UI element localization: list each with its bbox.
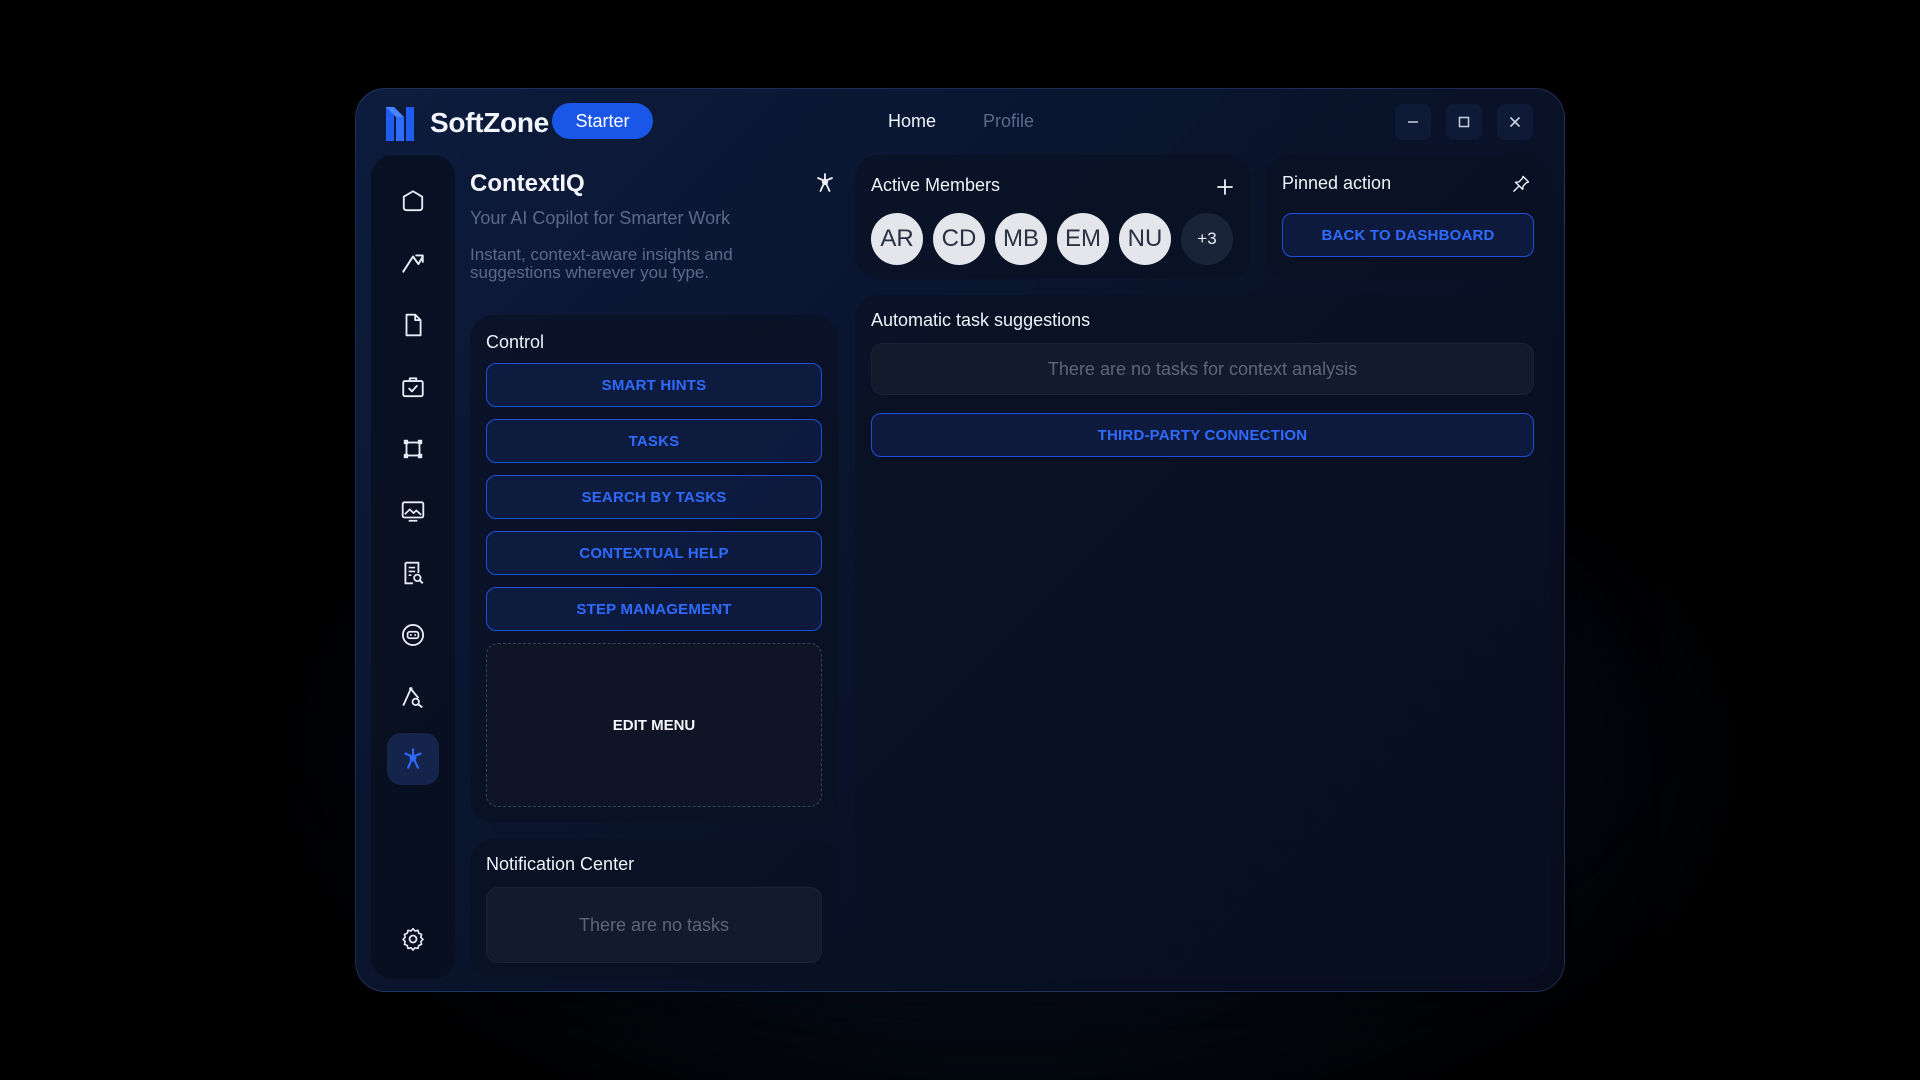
task-suggestions-panel: Automatic task suggestions There are no …: [855, 295, 1550, 979]
edit-menu-button[interactable]: EDIT MENU: [486, 643, 822, 807]
sparkle-icon: [404, 748, 422, 769]
sidebar-item-chat[interactable]: [387, 609, 439, 661]
vector-pen-icon: [402, 687, 423, 709]
brand-name: SoftZone: [430, 107, 549, 138]
ai-assistant-button[interactable]: [811, 169, 839, 197]
sidebar-item-design[interactable]: [387, 671, 439, 723]
chat-bubble-icon: [402, 624, 424, 646]
close-icon: [1509, 116, 1521, 128]
sidebar-item-home[interactable]: [387, 175, 439, 227]
empty-notifications-message: There are no tasks: [486, 887, 822, 963]
maximize-icon: [1458, 116, 1470, 128]
plus-icon: [1217, 179, 1233, 195]
minimize-icon: [1408, 121, 1418, 123]
briefcase-check-icon: [402, 377, 424, 398]
page-description: Instant, context-aware insights and sugg…: [470, 245, 733, 282]
tasks-button[interactable]: TASKS: [486, 419, 822, 463]
home-icon: [402, 190, 424, 212]
report-search-icon: [404, 561, 424, 585]
nav-home[interactable]: Home: [888, 109, 936, 133]
pin-icon: [1513, 175, 1530, 192]
app-window: SoftZone Starter Home Profile ContextIQ …: [355, 88, 1565, 992]
notification-center-panel: Notification Center There are no tasks: [470, 839, 838, 979]
third-party-connection-button[interactable]: THIRD-PARTY CONNECTION: [871, 413, 1534, 457]
panel-title: Control: [486, 332, 545, 352]
active-members-panel: Active Members AR CD MB EM NU +3: [855, 155, 1251, 279]
sidebar-item-documents[interactable]: [387, 299, 439, 351]
control-panel: Control SMART HINTS TASKS SEARCH BY TASK…: [470, 315, 838, 823]
panel-title: Automatic task suggestions: [871, 310, 1091, 330]
monitor-image-icon: [401, 501, 425, 522]
sidebar: [371, 155, 455, 979]
frame-icon: [403, 439, 423, 459]
sidebar-item-reports[interactable]: [387, 547, 439, 599]
minimize-button[interactable]: [1395, 104, 1431, 140]
close-button[interactable]: [1497, 104, 1533, 140]
pin-button[interactable]: [1508, 171, 1534, 197]
step-management-button[interactable]: STEP MANAGEMENT: [486, 587, 822, 631]
empty-tasks-message: There are no tasks for context analysis: [871, 343, 1534, 395]
smart-hints-button[interactable]: SMART HINTS: [486, 363, 822, 407]
sidebar-item-contextiq[interactable]: [387, 733, 439, 785]
contextual-help-button[interactable]: CONTEXTUAL HELP: [486, 531, 822, 575]
panel-title: Notification Center: [486, 854, 635, 874]
avatar[interactable]: AR: [871, 213, 923, 265]
document-icon: [405, 313, 422, 337]
search-by-tasks-button[interactable]: SEARCH BY TASKS: [486, 475, 822, 519]
sidebar-item-analytics[interactable]: [387, 237, 439, 289]
sidebar-item-frames[interactable]: [387, 423, 439, 475]
softzone-logo-icon: [386, 107, 414, 141]
sidebar-item-media[interactable]: [387, 485, 439, 537]
panel-title: Pinned action: [1282, 173, 1392, 193]
nav-profile[interactable]: Profile: [983, 109, 1034, 133]
avatar[interactable]: EM: [1057, 213, 1109, 265]
sparkle-icon: [817, 173, 833, 192]
gear-icon: [402, 927, 424, 951]
back-to-dashboard-button[interactable]: BACK TO DASHBOARD: [1282, 213, 1534, 257]
sidebar-item-tasks[interactable]: [387, 361, 439, 413]
add-member-button[interactable]: [1211, 173, 1239, 201]
avatar[interactable]: CD: [933, 213, 985, 265]
page-subtitle: Your AI Copilot for Smarter Work: [470, 208, 731, 228]
plan-badge[interactable]: Starter: [552, 103, 653, 139]
more-members-badge[interactable]: +3: [1181, 213, 1233, 265]
trend-icon: [402, 254, 424, 273]
avatar[interactable]: MB: [995, 213, 1047, 265]
page-title: ContextIQ: [470, 170, 585, 197]
panel-title: Active Members: [871, 175, 1001, 195]
pinned-action-panel: Pinned action BACK TO DASHBOARD: [1266, 155, 1550, 279]
avatar[interactable]: NU: [1119, 213, 1171, 265]
sidebar-item-settings[interactable]: [387, 913, 439, 965]
maximize-button[interactable]: [1446, 104, 1482, 140]
